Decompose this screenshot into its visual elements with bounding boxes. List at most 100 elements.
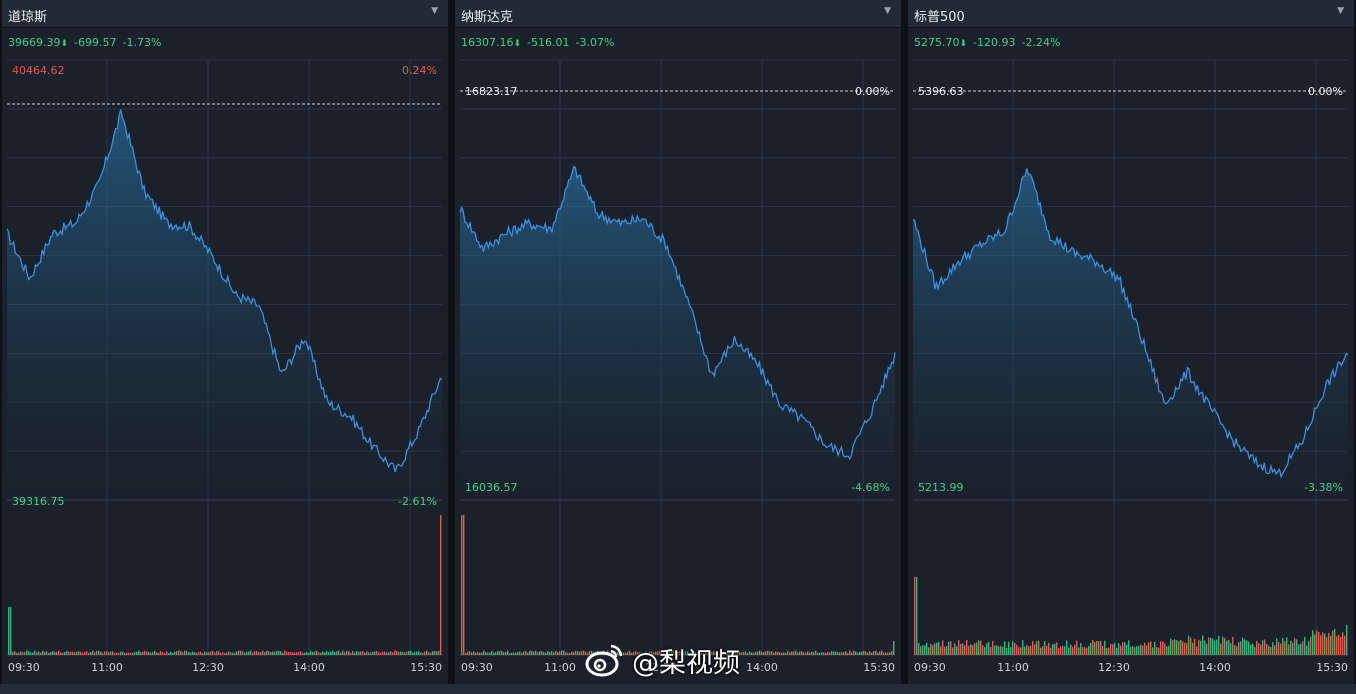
volume-bar <box>1070 644 1072 655</box>
volume-bar <box>859 652 861 655</box>
intraday-chart[interactable]: 40464.62 0.24% 39316.75 -2.61% 09:30 11:00 12:… <box>2 0 448 684</box>
volume-bar <box>288 652 290 655</box>
volume-bar <box>150 652 152 655</box>
volume-bar <box>767 650 769 655</box>
volume-bar <box>60 652 62 655</box>
volume-bar <box>138 650 140 655</box>
volume-bar <box>376 651 378 655</box>
volume-bar <box>833 651 835 655</box>
volume-bar <box>324 652 326 655</box>
volume-bar <box>1066 640 1068 655</box>
volume-bar <box>422 652 424 655</box>
volume-bar <box>873 651 875 655</box>
volume-bar <box>436 651 438 655</box>
volume-bar <box>1310 636 1312 655</box>
volume-bar <box>1274 645 1276 655</box>
volume-bar <box>1136 646 1138 655</box>
volume-bar <box>749 651 751 655</box>
volume-bar <box>918 642 920 655</box>
volume-bar <box>142 651 144 655</box>
volume-bar <box>1218 635 1220 655</box>
volume-bar <box>1236 646 1238 655</box>
volume-bar <box>334 651 336 655</box>
volume-bar <box>916 577 918 655</box>
volume-bar <box>783 652 785 655</box>
volume-bar <box>242 651 244 655</box>
price-area-fill <box>913 168 1348 500</box>
volume-bar <box>1122 642 1124 655</box>
volume-bar <box>1120 645 1122 655</box>
volume-bar <box>771 651 773 655</box>
volume-bar <box>815 650 817 655</box>
volume-bar <box>885 652 887 655</box>
volume-bar <box>414 652 416 655</box>
volume-bar <box>1008 641 1010 655</box>
volume-bar <box>1178 641 1180 655</box>
volume-bar <box>946 645 948 655</box>
volume-bar <box>1072 647 1074 655</box>
volume-bar <box>791 651 793 655</box>
volume-bar <box>216 651 218 655</box>
volume-bar <box>1220 643 1222 655</box>
volume-bar <box>124 652 126 655</box>
volume-bar <box>1264 639 1266 655</box>
volume-bar <box>479 652 481 655</box>
volume-bar <box>1244 639 1246 655</box>
volume-bar <box>567 652 569 655</box>
volume-bar <box>547 651 549 655</box>
volume-bar <box>1176 640 1178 655</box>
volume-bar <box>270 652 272 655</box>
volume-bar <box>98 650 100 655</box>
volume-bar <box>489 652 491 655</box>
volume-bar <box>920 646 922 655</box>
volume-bar <box>581 650 583 655</box>
time-axis-label: 09:30 <box>8 661 40 674</box>
volume-bar <box>1132 645 1134 655</box>
volume-bar <box>420 652 422 655</box>
volume-bar <box>511 652 513 655</box>
intraday-chart[interactable]: 16823.17 0.00%16036.57 -4.68%09:30 11:00 12:… <box>455 0 901 684</box>
volume-bar <box>954 643 956 655</box>
volume-bar <box>1338 634 1340 655</box>
volume-bar <box>869 651 871 655</box>
volume-bar <box>236 651 238 655</box>
volume-bar <box>278 650 280 655</box>
volume-bar <box>52 651 54 655</box>
volume-bar <box>837 652 839 655</box>
volume-bar <box>62 652 64 655</box>
volume-bar <box>747 652 749 655</box>
volume-bar <box>1196 646 1198 655</box>
volume-bar <box>497 651 499 655</box>
volume-bar <box>184 650 186 655</box>
volume-bar <box>1080 643 1082 655</box>
volume-bar <box>861 651 863 655</box>
volume-bar <box>507 650 509 655</box>
volume-bar <box>1294 638 1296 655</box>
volume-bar <box>254 651 256 655</box>
volume-bar <box>1254 647 1256 655</box>
volume-bar <box>1126 644 1128 655</box>
volume-bar <box>134 652 136 655</box>
volume-bar <box>883 652 885 655</box>
volume-bar <box>302 652 304 655</box>
time-axis-label: 11:00 <box>91 661 123 674</box>
volume-bar <box>871 652 873 655</box>
volume-bar <box>1308 640 1310 655</box>
volume-bar <box>1086 647 1088 655</box>
volume-bar <box>1160 641 1162 655</box>
volume-bar <box>66 650 68 655</box>
volume-bar <box>1300 643 1302 655</box>
volume-bar <box>1278 641 1280 655</box>
volume-bar <box>531 650 533 655</box>
volume-bar <box>30 652 32 655</box>
volume-bar <box>1108 647 1110 655</box>
volume-bar <box>553 652 555 655</box>
volume-bar <box>1118 643 1120 655</box>
intraday-chart[interactable]: 5396.63 0.00% 5213.99 -3.38% 09:30 11:00 12:30… <box>908 0 1354 684</box>
volume-bar <box>1022 640 1024 655</box>
volume-bar <box>78 651 80 655</box>
volume-bar <box>424 651 426 655</box>
volume-bar <box>817 652 819 655</box>
volume-bar <box>741 652 743 655</box>
volume-bar <box>152 651 154 655</box>
